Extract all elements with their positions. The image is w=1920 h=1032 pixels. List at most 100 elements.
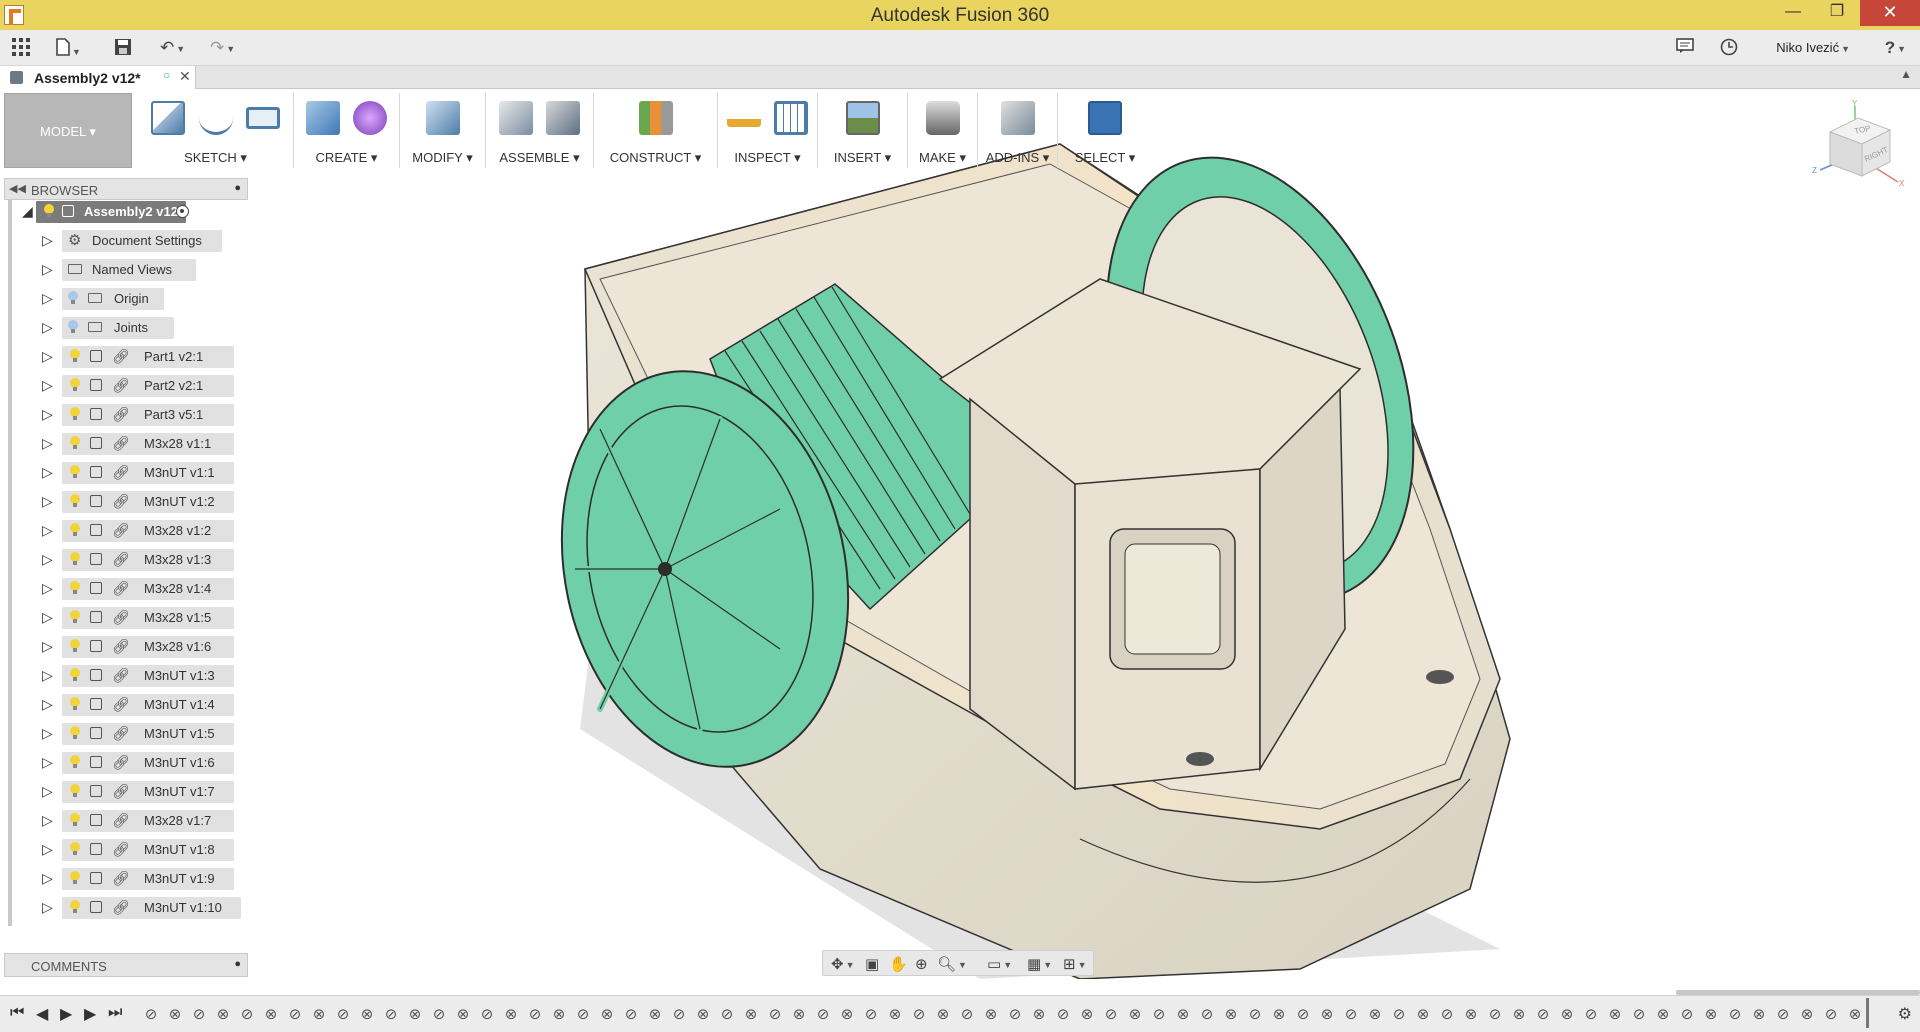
visibility-bulb-icon[interactable]: [70, 378, 80, 391]
timeline-joint-feature-icon[interactable]: ⊗: [1654, 1006, 1672, 1024]
visibility-bulb-icon[interactable]: [70, 552, 80, 565]
timeline-joint-feature-icon[interactable]: ⊘: [1678, 1006, 1696, 1024]
extrude-icon[interactable]: [305, 101, 340, 135]
timeline-joint-feature-icon[interactable]: ⊗: [1606, 1006, 1624, 1024]
comments-pin-icon[interactable]: ●: [234, 958, 241, 970]
visibility-bulb-icon[interactable]: [70, 784, 80, 797]
timeline-joint-feature-icon[interactable]: ⊗: [358, 1006, 376, 1024]
timeline-joint-feature-icon[interactable]: ⊗: [1366, 1006, 1384, 1024]
toolbar-group-assemble[interactable]: ASSEMBLE ▾: [486, 93, 594, 168]
timeline-joint-feature-icon[interactable]: ⊗: [1126, 1006, 1144, 1024]
timeline-joint-feature-icon[interactable]: ⊗: [1270, 1006, 1288, 1024]
offset-plane-icon[interactable]: [638, 101, 673, 135]
timeline-joint-feature-icon[interactable]: ⊗: [214, 1006, 232, 1024]
data-panel-grid-icon[interactable]: [12, 38, 30, 58]
undo-button[interactable]: ↶ ▼: [160, 38, 185, 58]
insert-menu[interactable]: INSERT ▾: [818, 148, 907, 168]
timeline-joint-feature-icon[interactable]: ⊘: [862, 1006, 880, 1024]
zoom-icon[interactable]: ⊕: [915, 955, 928, 973]
activate-component-radio[interactable]: [176, 205, 189, 218]
timeline-joint-feature-icon[interactable]: ⊗: [550, 1006, 568, 1024]
timeline-joint-feature-icon[interactable]: ⊘: [1294, 1006, 1312, 1024]
visibility-bulb-icon[interactable]: [70, 436, 80, 449]
timeline-joint-feature-icon[interactable]: ⊗: [1078, 1006, 1096, 1024]
timeline-joint-feature-icon[interactable]: ⊗: [1462, 1006, 1480, 1024]
browser-panel-header[interactable]: ◀◀ BROWSER ●: [4, 178, 248, 200]
toolbar-group-modify[interactable]: MODIFY ▾: [400, 93, 486, 168]
toolbar-group-addins[interactable]: ADD-INS ▾: [978, 93, 1058, 168]
visibility-bulb-icon[interactable]: [70, 523, 80, 536]
minimize-button[interactable]: —: [1770, 0, 1816, 26]
toolbar-group-sketch[interactable]: SKETCH ▾: [138, 93, 294, 168]
close-window-button[interactable]: ✕: [1860, 0, 1920, 26]
grid-settings-icon[interactable]: ▦ ▼: [1027, 955, 1052, 973]
section-analysis-icon[interactable]: [774, 101, 809, 135]
pan-hand-icon[interactable]: ✋: [889, 955, 908, 973]
visibility-bulb-icon[interactable]: [70, 842, 80, 855]
display-settings-icon[interactable]: ▭ ▼: [987, 955, 1012, 973]
viewports-icon[interactable]: ⊞ ▼: [1063, 955, 1087, 973]
expand-arrow-icon[interactable]: ▷: [42, 697, 53, 711]
addins-menu[interactable]: ADD-INS ▾: [978, 148, 1057, 168]
file-menu-button[interactable]: ▼: [56, 38, 81, 58]
view-cube[interactable]: TOP RIGHT Y Z X: [1810, 100, 1910, 200]
visibility-bulb-icon[interactable]: [70, 465, 80, 478]
timeline-step-forward-icon[interactable]: ▶: [84, 1004, 96, 1024]
visibility-bulb-icon[interactable]: [70, 494, 80, 507]
timeline-joint-feature-icon[interactable]: ⊗: [166, 1006, 184, 1024]
visibility-bulb-icon[interactable]: [70, 871, 80, 884]
timeline-joint-feature-icon[interactable]: ⊘: [478, 1006, 496, 1024]
expand-arrow-icon[interactable]: ▷: [42, 465, 53, 479]
inspect-menu[interactable]: INSPECT ▾: [718, 148, 817, 168]
visibility-bulb-icon[interactable]: [70, 755, 80, 768]
visibility-bulb-icon[interactable]: [70, 900, 80, 913]
sculpt-icon[interactable]: [353, 101, 388, 135]
expand-arrow-icon[interactable]: ▷: [42, 407, 53, 421]
toolbar-group-select[interactable]: SELECT ▾: [1058, 93, 1152, 168]
timeline-joint-feature-icon[interactable]: ⊗: [838, 1006, 856, 1024]
joint-icon[interactable]: [546, 101, 581, 135]
timeline-joint-feature-icon[interactable]: ⊗: [502, 1006, 520, 1024]
timeline-joint-feature-icon[interactable]: ⊘: [1438, 1006, 1456, 1024]
timeline-joint-feature-icon[interactable]: ⊗: [934, 1006, 952, 1024]
timeline-joint-feature-icon[interactable]: ⊘: [1822, 1006, 1840, 1024]
timeline-play-icon[interactable]: ▶: [60, 1004, 72, 1024]
timeline-joint-feature-icon[interactable]: ⊗: [1750, 1006, 1768, 1024]
visibility-bulb-icon[interactable]: [70, 581, 80, 594]
visibility-bulb-icon[interactable]: [68, 320, 78, 333]
tree-scrollbar[interactable]: [8, 200, 12, 926]
timeline-track[interactable]: ⊘ ⊗ ⊘ ⊗ ⊘ ⊗ ⊘ ⊗ ⊘ ⊗ ⊘ ⊗ ⊘ ⊗ ⊘ ⊗ ⊘ ⊗ ⊘ ⊗ ⊘ ⊗ ⊘ ⊗ ⊘ ⊗ ⊘ ⊗ ⊘ ⊗ ⊘ ⊗ ⊘ ⊗ ⊘ ⊗ ⊘ ⊗ ⊘ ⊗…: [142, 1004, 1872, 1026]
timeline-joint-feature-icon[interactable]: ⊗: [886, 1006, 904, 1024]
timeline-joint-feature-icon[interactable]: ⊘: [814, 1006, 832, 1024]
timeline-go-end-icon[interactable]: ⏭: [108, 1004, 122, 1022]
visibility-bulb-icon[interactable]: [70, 697, 80, 710]
visibility-bulb-icon[interactable]: [70, 668, 80, 681]
timeline-joint-feature-icon[interactable]: ⊘: [766, 1006, 784, 1024]
expand-arrow-icon[interactable]: ▷: [42, 552, 53, 566]
timeline-joint-feature-icon[interactable]: ⊘: [334, 1006, 352, 1024]
expand-arrow-icon[interactable]: ▷: [42, 900, 53, 914]
timeline-joint-feature-icon[interactable]: ⊘: [1486, 1006, 1504, 1024]
timeline-joint-feature-icon[interactable]: ⊗: [598, 1006, 616, 1024]
expand-arrow-icon[interactable]: ▷: [42, 494, 53, 508]
expand-arrow-icon[interactable]: ▷: [42, 378, 53, 392]
timeline-joint-feature-icon[interactable]: ⊗: [1846, 1006, 1864, 1024]
visibility-bulb-icon[interactable]: [70, 726, 80, 739]
measure-icon[interactable]: [726, 101, 761, 127]
timeline-joint-feature-icon[interactable]: ⊘: [1774, 1006, 1792, 1024]
expand-arrow-icon[interactable]: ▷: [42, 668, 53, 682]
expand-arrow-icon[interactable]: ▷: [42, 813, 53, 827]
visibility-bulb-icon[interactable]: [70, 349, 80, 362]
rectangle-icon[interactable]: [246, 107, 281, 129]
canvas-image-icon[interactable]: [845, 101, 880, 135]
timeline-joint-feature-icon[interactable]: ⊘: [1534, 1006, 1552, 1024]
job-status-icon[interactable]: [1676, 38, 1694, 58]
timeline-joint-feature-icon[interactable]: ⊘: [1726, 1006, 1744, 1024]
expand-arrow-icon[interactable]: ▷: [42, 871, 53, 885]
visibility-bulb-icon[interactable]: [70, 407, 80, 420]
workspace-switcher[interactable]: MODEL ▾: [4, 93, 132, 168]
help-menu-button[interactable]: ? ▼: [1885, 38, 1906, 58]
timeline-joint-feature-icon[interactable]: ⊘: [1582, 1006, 1600, 1024]
timeline-joint-feature-icon[interactable]: ⊗: [1510, 1006, 1528, 1024]
expand-arrow-icon[interactable]: ▷: [42, 610, 53, 624]
